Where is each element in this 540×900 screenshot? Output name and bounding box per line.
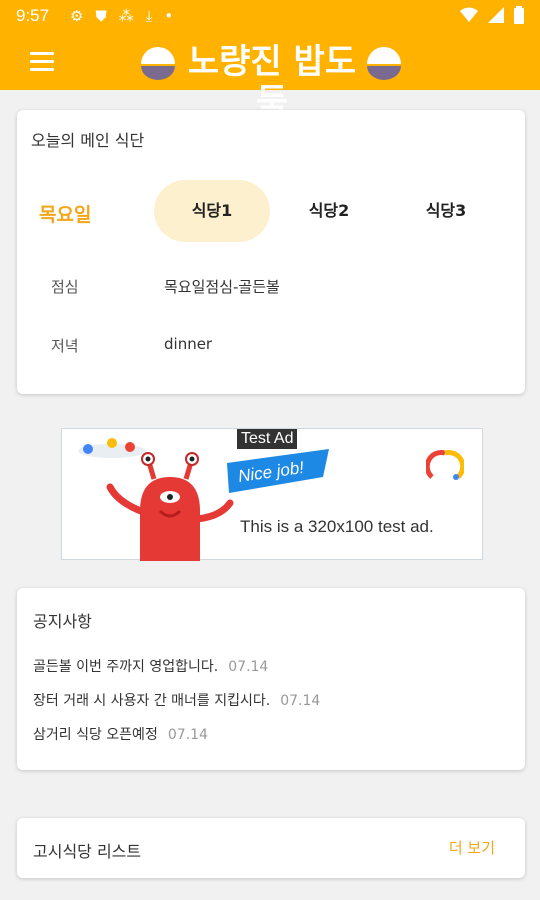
notice-text: 골든볼 이번 주까지 영업합니다. (33, 659, 219, 675)
ad-flag: Nice job! (227, 449, 329, 493)
battery-icon (514, 6, 524, 24)
notice-date: 07.14 (280, 693, 321, 709)
day-label: 목요일 (39, 204, 92, 226)
ad-logo-icon (426, 450, 464, 480)
restaurant-list-card: 고시식당 리스트 더 보기 (17, 818, 525, 878)
status-time: 9:57 (16, 6, 50, 25)
meal-label: 점심 (51, 278, 79, 296)
ad-text: This is a 320x100 test ad. (240, 517, 434, 536)
tab-restaurant-3[interactable]: 식당3 (388, 180, 504, 242)
notice-item[interactable]: 골든볼 이번 주까지 영업합니다. 07.14 (33, 656, 268, 676)
meal-row-lunch: 점심 목요일점심-골든볼 (17, 276, 525, 300)
notice-item[interactable]: 삼거리 식당 오픈예정 07.14 (33, 724, 208, 744)
notices-card: 공지사항 골든볼 이번 주까지 영업합니다. 07.14 장터 거래 시 사용자 … (17, 588, 525, 770)
system-icons (460, 6, 524, 24)
sync-icon: ⁂ (118, 7, 134, 25)
wifi-icon (460, 7, 478, 22)
meal-label: 저녁 (51, 337, 79, 355)
rice-bowl-icon (367, 47, 401, 80)
meal-value: dinner (164, 335, 213, 353)
notice-date: 07.14 (228, 659, 269, 675)
meal-value: 목요일점심-골든볼 (164, 278, 280, 296)
dot-icon: • (164, 7, 174, 25)
more-link[interactable]: 더 보기 (449, 837, 495, 858)
monster-illustration (106, 452, 234, 561)
notification-icons: ⚙ ⛊ ⁂ ⤓ • (70, 7, 173, 25)
restaurant-list-title: 고시식당 리스트 (33, 842, 142, 861)
menu-card-title: 오늘의 메인 식단 (31, 131, 145, 150)
notice-item[interactable]: 장터 거래 시 사용자 간 매너를 지킵시다. 07.14 (33, 690, 320, 710)
download-icon: ⤓ (145, 7, 153, 25)
app-bar: 노량진 밥도둑 (0, 34, 540, 122)
status-bar: 9:57 ⚙ ⛊ ⁂ ⤓ • (0, 0, 540, 34)
signal-icon (488, 7, 504, 23)
ad-banner[interactable]: Test Ad Nice job! This is a 320x100 test… (61, 428, 483, 561)
tab-restaurant-1[interactable]: 식당1 (154, 180, 270, 242)
notice-text: 삼거리 식당 오픈예정 (33, 727, 158, 743)
notice-text: 장터 거래 시 사용자 간 매너를 지킵시다. (33, 693, 271, 709)
tab-restaurant-2[interactable]: 식당2 (271, 180, 387, 242)
notices-title: 공지사항 (33, 612, 92, 631)
notice-date: 07.14 (167, 727, 208, 743)
app-logo: 노량진 밥도둑 (140, 42, 402, 122)
meal-row-dinner: 저녁 dinner (17, 335, 525, 359)
rice-bowl-icon (141, 47, 175, 80)
shield-icon: ⛊ (95, 7, 107, 25)
settings-icon: ⚙ (70, 7, 84, 25)
menu-icon[interactable] (30, 52, 54, 72)
today-menu-card: 오늘의 메인 식단 목요일 식당1 식당2 식당3 점심 목요일점심-골든볼 저… (17, 110, 525, 394)
